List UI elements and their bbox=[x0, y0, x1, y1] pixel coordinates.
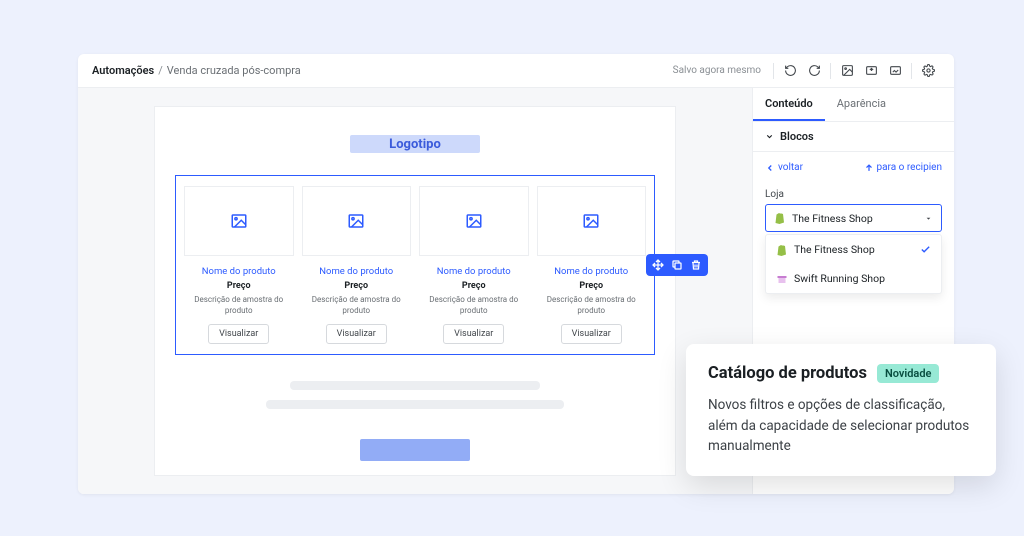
caret-down-icon bbox=[924, 214, 933, 223]
logo-block[interactable]: Logotipo bbox=[350, 135, 480, 153]
block-nav: voltar para o recipien bbox=[753, 152, 954, 183]
divider bbox=[830, 63, 831, 79]
divider bbox=[911, 63, 912, 79]
chevron-down-icon bbox=[765, 132, 774, 141]
image-placeholder-icon bbox=[537, 186, 647, 256]
arrow-up-icon bbox=[864, 163, 874, 173]
shopify-icon bbox=[776, 244, 788, 256]
product-price: Preço bbox=[344, 281, 368, 291]
header-bar: Automações / Venda cruzada pós-compra Sa… bbox=[78, 54, 954, 88]
placeholder-line bbox=[266, 400, 564, 409]
view-button[interactable]: Visualizar bbox=[326, 324, 387, 344]
placeholder-line bbox=[290, 381, 540, 390]
promo-description: Novos filtros e opções de classificação,… bbox=[708, 395, 974, 456]
button-placeholder bbox=[360, 439, 470, 461]
image-placeholder-icon bbox=[419, 186, 529, 256]
product-block[interactable]: Nome do produto Preço Descrição de amost… bbox=[175, 175, 655, 355]
redo-button[interactable] bbox=[802, 59, 826, 83]
product-card: Nome do produto Preço Descrição de amost… bbox=[419, 186, 529, 344]
product-description: Descrição de amostra do produto bbox=[419, 295, 529, 316]
breadcrumb: Automações / Venda cruzada pós-compra bbox=[92, 64, 301, 77]
product-card: Nome do produto Preço Descrição de amost… bbox=[302, 186, 412, 344]
product-price: Preço bbox=[462, 281, 486, 291]
product-price: Preço bbox=[227, 281, 251, 291]
store-option-label: Swift Running Shop bbox=[794, 272, 885, 285]
product-card: Nome do produto Preço Descrição de amost… bbox=[537, 186, 647, 344]
product-name: Nome do produto bbox=[554, 266, 628, 277]
duplicate-icon[interactable] bbox=[670, 258, 684, 272]
tab-appearance[interactable]: Aparência bbox=[825, 88, 898, 121]
header-actions: Salvo agora mesmo bbox=[673, 59, 940, 83]
product-name: Nome do produto bbox=[319, 266, 393, 277]
settings-button[interactable] bbox=[916, 59, 940, 83]
logo-text: Logotipo bbox=[389, 137, 441, 152]
shopify-icon bbox=[774, 212, 786, 224]
blocks-label: Blocos bbox=[780, 130, 814, 143]
store-option[interactable]: The Fitness Shop bbox=[766, 235, 941, 264]
product-name: Nome do produto bbox=[437, 266, 511, 277]
store-option[interactable]: Swift Running Shop bbox=[766, 264, 941, 293]
product-card: Nome do produto Preço Descrição de amost… bbox=[184, 186, 294, 344]
divider bbox=[773, 63, 774, 79]
store-option-label: The Fitness Shop bbox=[794, 243, 875, 256]
store-field: Loja The Fitness Shop The Fitness Shop bbox=[753, 183, 954, 304]
image-placeholder-icon bbox=[184, 186, 294, 256]
image-placeholder-icon bbox=[302, 186, 412, 256]
selected-store-value: The Fitness Shop bbox=[792, 212, 873, 225]
product-description: Descrição de amostra do produto bbox=[537, 295, 647, 316]
check-icon bbox=[920, 244, 931, 255]
view-button[interactable]: Visualizar bbox=[208, 324, 269, 344]
saved-status: Salvo agora mesmo bbox=[673, 65, 761, 76]
export-button[interactable] bbox=[859, 59, 883, 83]
breadcrumb-separator: / bbox=[158, 64, 163, 77]
store-icon bbox=[776, 273, 788, 285]
product-name: Nome do produto bbox=[202, 266, 276, 277]
product-description: Descrição de amostra do produto bbox=[184, 295, 294, 316]
breadcrumb-root[interactable]: Automações bbox=[92, 64, 154, 77]
view-button[interactable]: Visualizar bbox=[443, 324, 504, 344]
move-icon[interactable] bbox=[651, 258, 665, 272]
store-select[interactable]: The Fitness Shop bbox=[765, 204, 942, 232]
view-button[interactable]: Visualizar bbox=[561, 324, 622, 344]
promo-title: Catálogo de produtos bbox=[708, 364, 867, 383]
canvas-area: Logotipo Nome do produto Preço Descrição… bbox=[78, 88, 752, 494]
block-actions-toolbar bbox=[646, 254, 708, 276]
product-description: Descrição de amostra do produto bbox=[302, 295, 412, 316]
image-button[interactable] bbox=[835, 59, 859, 83]
arrow-left-icon bbox=[765, 163, 775, 173]
preview-button[interactable] bbox=[883, 59, 907, 83]
promo-header: Catálogo de produtos Novidade bbox=[708, 364, 974, 383]
product-price: Preço bbox=[579, 281, 603, 291]
undo-button[interactable] bbox=[778, 59, 802, 83]
tab-content[interactable]: Conteúdo bbox=[753, 88, 825, 121]
email-canvas[interactable]: Logotipo Nome do produto Preço Descrição… bbox=[154, 106, 676, 476]
promo-card: Catálogo de produtos Novidade Novos filt… bbox=[686, 344, 996, 476]
store-dropdown: The Fitness Shop Swift Running Shop bbox=[765, 234, 942, 294]
blocks-section-header[interactable]: Blocos bbox=[753, 122, 954, 152]
delete-icon[interactable] bbox=[689, 258, 703, 272]
new-badge: Novidade bbox=[877, 364, 940, 383]
sidebar-tabs: Conteúdo Aparência bbox=[753, 88, 954, 122]
back-link[interactable]: voltar bbox=[765, 162, 803, 173]
breadcrumb-current: Venda cruzada pós-compra bbox=[167, 64, 301, 77]
text-placeholder-block bbox=[175, 381, 655, 461]
store-label: Loja bbox=[765, 189, 942, 200]
to-recipient-link[interactable]: para o recipien bbox=[864, 162, 943, 173]
